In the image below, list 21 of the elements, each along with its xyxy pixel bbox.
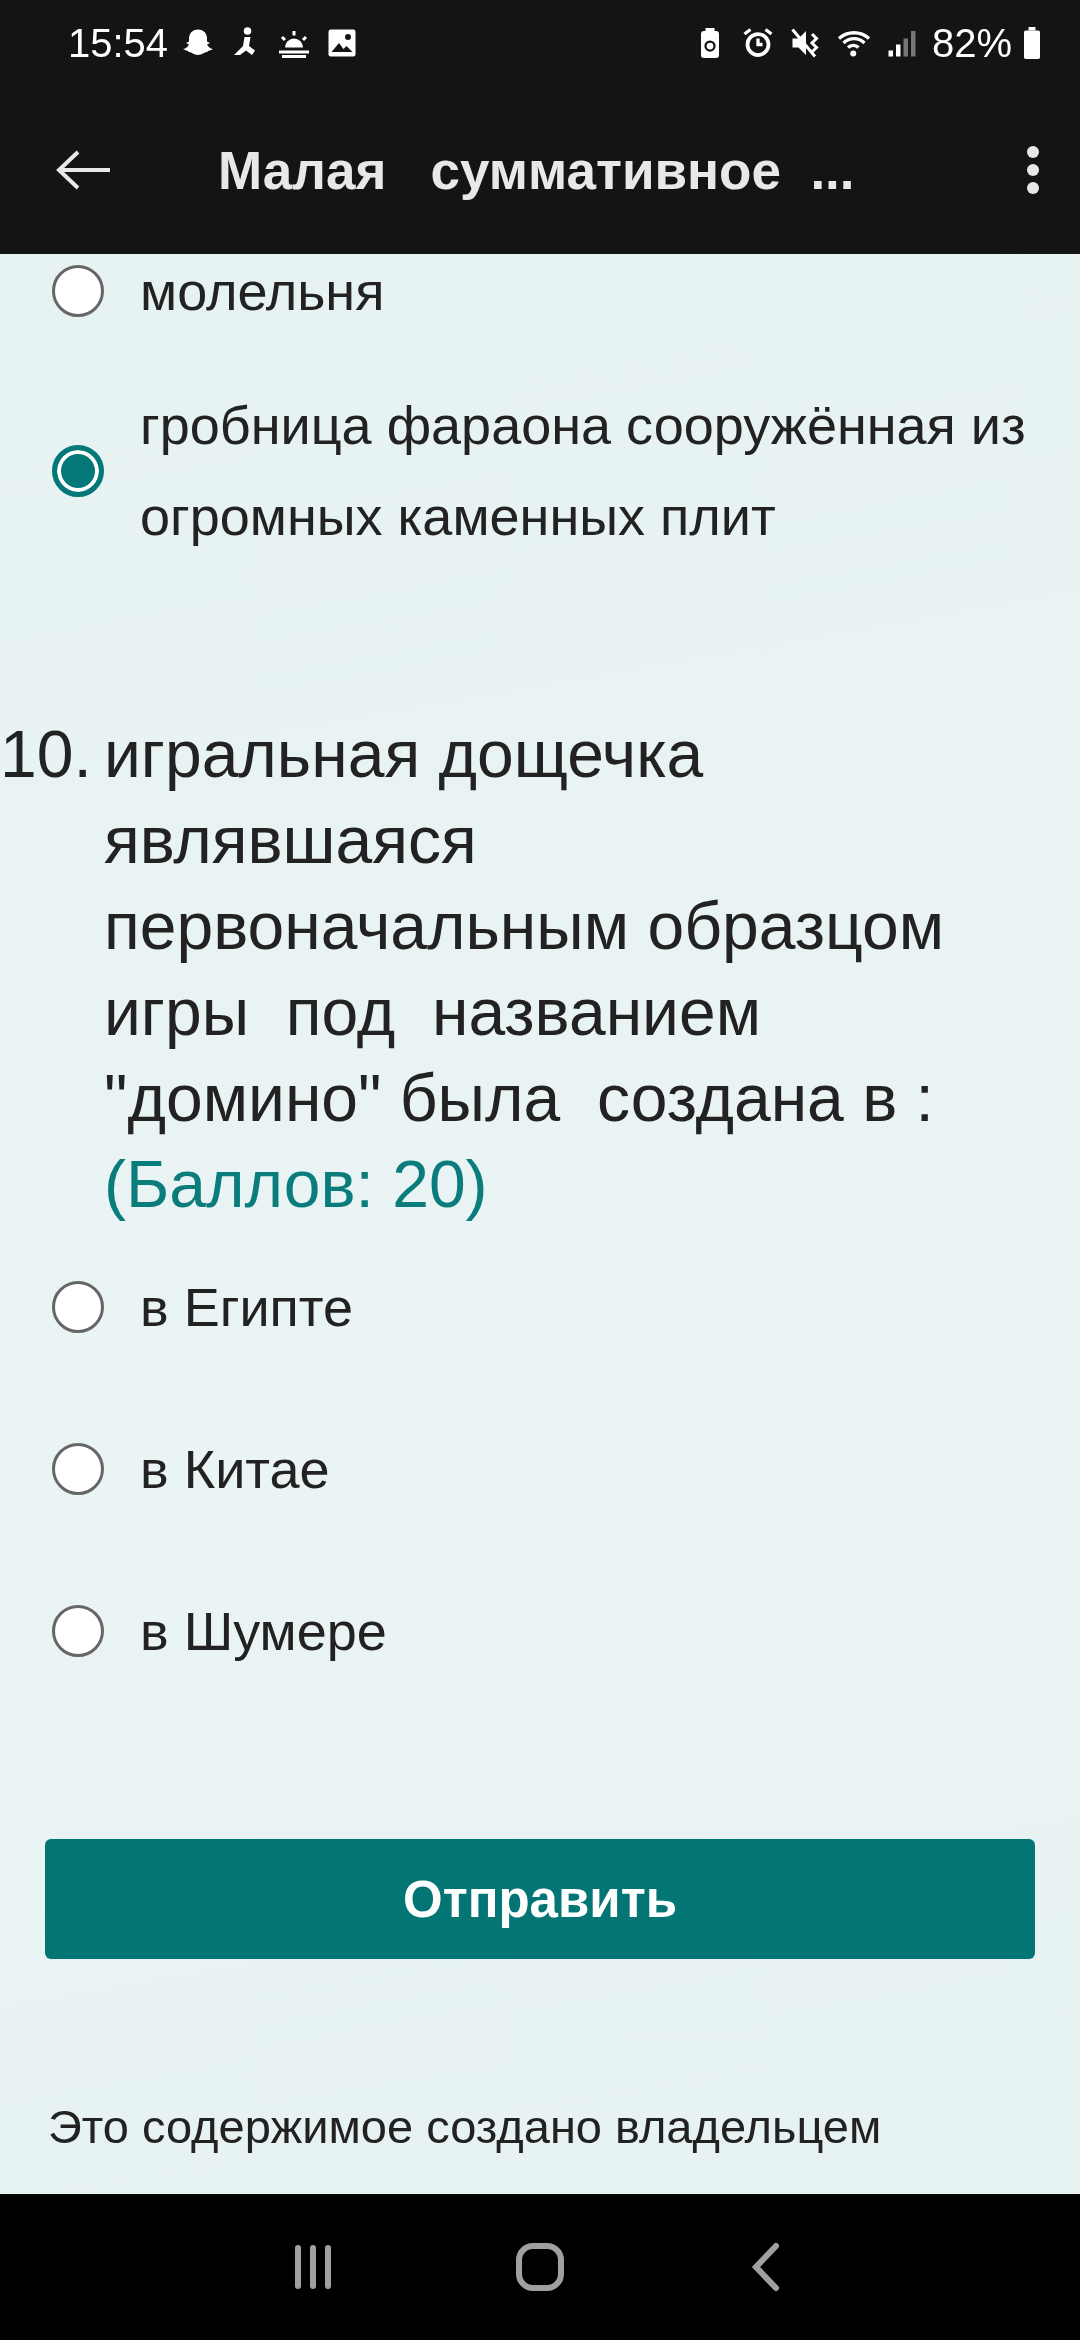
radio-button[interactable] <box>52 445 104 497</box>
option-label: молельня <box>140 259 385 323</box>
radio-button[interactable] <box>52 1281 104 1333</box>
radio-button[interactable] <box>52 1443 104 1495</box>
back-arrow-icon[interactable] <box>56 150 112 190</box>
more-options-icon[interactable] <box>1026 145 1040 195</box>
question-text: игральная дощечка являвшаяся первоначальным образцом игры под названием "домино" была создана в : (Баллов: 20) <box>104 716 946 1223</box>
question-number: 10. <box>0 716 93 793</box>
battery-percent: 82% <box>931 20 1012 66</box>
option-label: гробница фараона сооружённая из огромных каменных плит <box>140 394 1027 548</box>
option-label: в Египте <box>140 1275 353 1339</box>
radio-button[interactable] <box>52 1605 104 1657</box>
home-icon[interactable] <box>515 2242 565 2292</box>
status-time: 15:54 <box>68 20 169 66</box>
page-title: Малая суммативное ... <box>218 139 856 201</box>
radio-button[interactable] <box>52 265 104 317</box>
submit-button[interactable]: Отправить <box>45 1839 1035 1959</box>
option-label: в Китае <box>140 1437 330 1501</box>
option-label: в Шумере <box>140 1599 387 1663</box>
footer-text: Это содержимое создано владельцем <box>48 2099 883 2154</box>
battery-icon <box>1024 27 1040 59</box>
